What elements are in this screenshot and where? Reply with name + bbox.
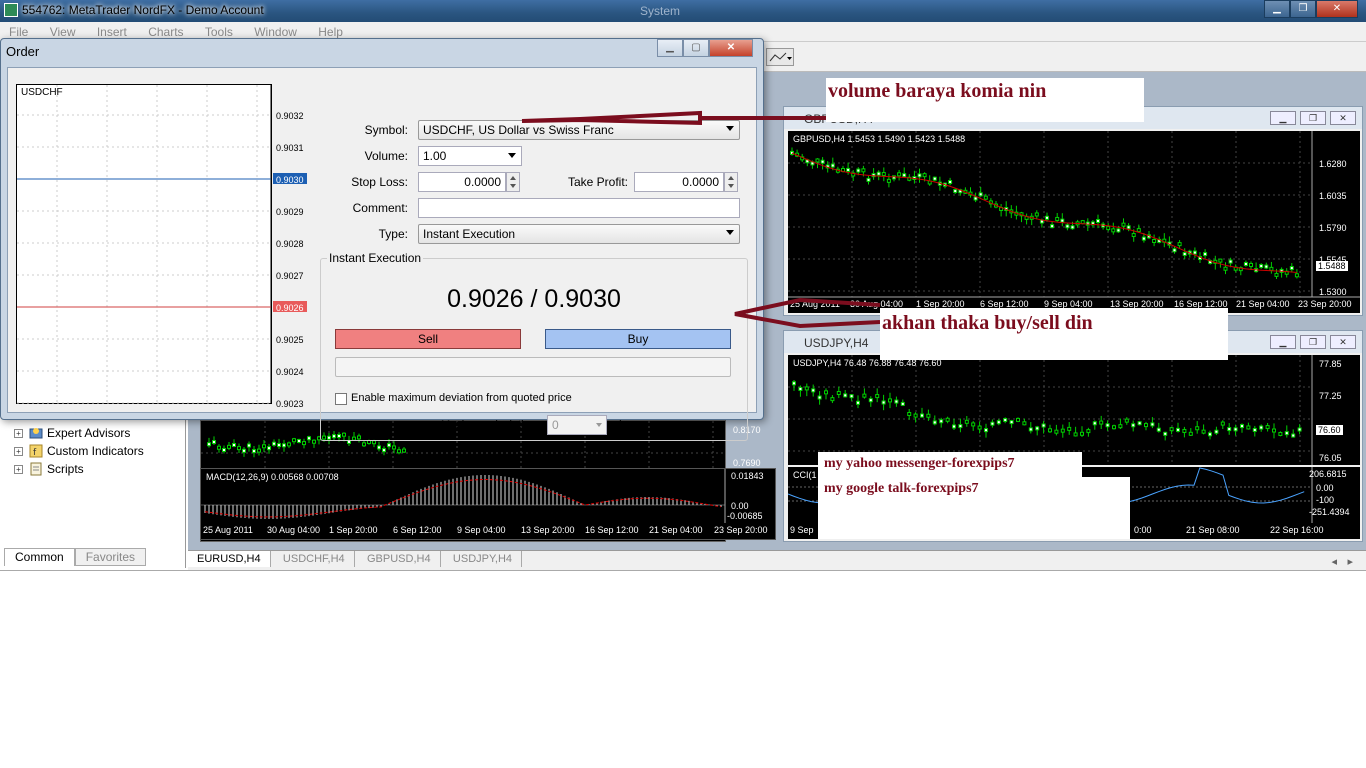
volume-arrow [521,110,826,126]
buysell-arrow [734,297,881,329]
yahoo-annotation: my yahoo messenger-forexpips7 [818,452,1082,478]
volume-annotation: volume baraya komia nin [826,78,1144,122]
annotation-arrows [521,110,881,329]
buysell-annotation: akhan thaka buy/sell din [880,308,1228,360]
google-annotation: my google talk-forexpips7 [818,477,1130,539]
